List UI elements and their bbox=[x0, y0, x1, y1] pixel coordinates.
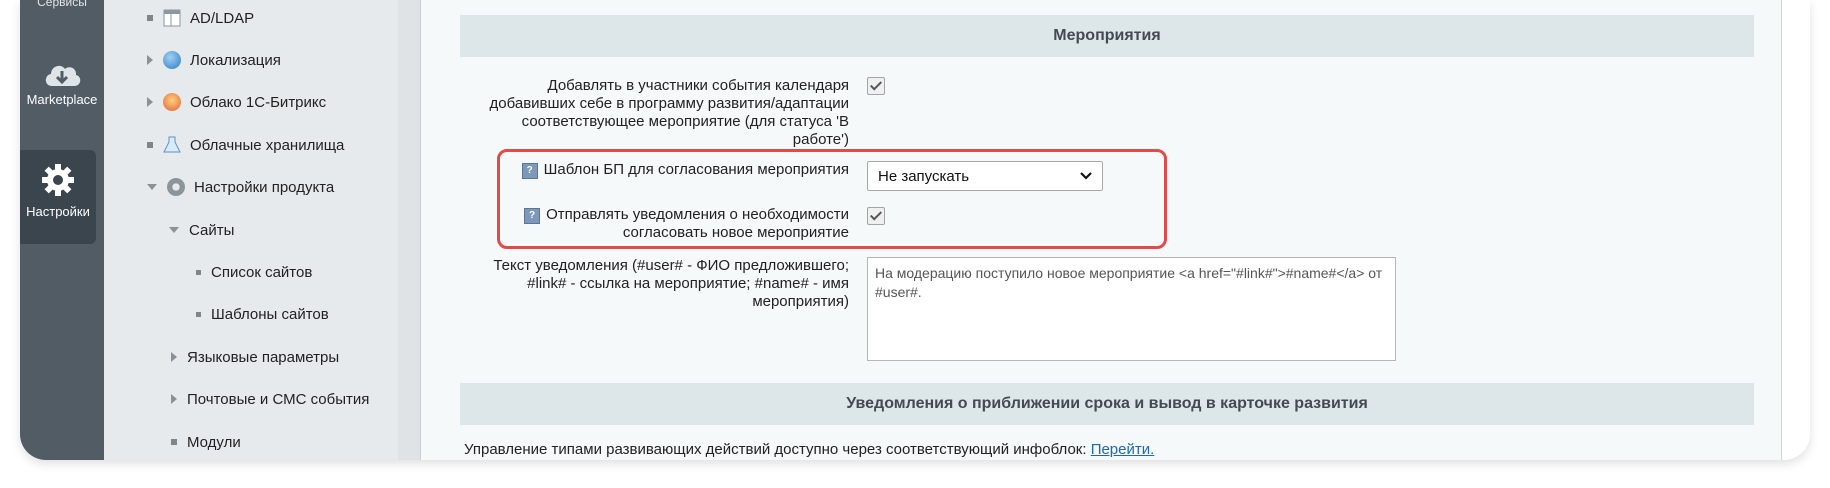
gear-icon bbox=[167, 178, 185, 196]
infoblock-note: Управление типами развивающих действий д… bbox=[464, 441, 1154, 458]
table-icon bbox=[163, 9, 181, 27]
dock-item-label: Marketplace bbox=[26, 92, 98, 107]
bullet-icon bbox=[147, 15, 153, 21]
tree-item-label: Почтовые и СМС события bbox=[187, 390, 370, 408]
note-text: Управление типами развивающих действий д… bbox=[464, 441, 1087, 458]
tree-item-label: Шаблоны сайтов bbox=[211, 305, 329, 323]
dock-item-settings[interactable]: Настройки bbox=[20, 150, 96, 244]
go-link[interactable]: Перейти. bbox=[1091, 441, 1155, 458]
tree-item-label: AD/LDAP bbox=[190, 9, 255, 27]
tree-item-label: Настройки продукта bbox=[194, 178, 335, 196]
dock-item-label: Настройки bbox=[26, 204, 90, 219]
tree-item-modules[interactable]: Модули bbox=[171, 430, 241, 454]
highlight-frame bbox=[497, 149, 1167, 249]
cloud-icon bbox=[163, 93, 181, 111]
globe-icon bbox=[163, 51, 181, 69]
cloud-download-icon bbox=[45, 65, 81, 86]
tree-item-label: Список сайтов bbox=[211, 263, 313, 281]
dock-item-marketplace[interactable]: Marketplace bbox=[20, 58, 104, 152]
tree-item-bitrix-cloud[interactable]: Облако 1С-Битрикс bbox=[147, 90, 326, 114]
expand-arrow-icon[interactable] bbox=[147, 97, 153, 107]
left-dock: Сервисы Marketplace Настройки bbox=[20, 0, 104, 460]
notification-text-area[interactable]: На модерацию поступило новое мероприятие… bbox=[867, 257, 1396, 361]
panel-separator[interactable] bbox=[398, 0, 421, 460]
checkbox-add-participants[interactable] bbox=[867, 77, 885, 95]
tree-item-label: Облако 1С-Битрикс bbox=[190, 93, 327, 111]
expand-arrow-icon[interactable] bbox=[171, 352, 177, 362]
dock-item-services-label[interactable]: Сервисы bbox=[20, 0, 104, 16]
admin-window: Сервисы Marketplace Настройки AD/LDAP Ло… bbox=[20, 0, 1810, 460]
tree-item-label: Модули bbox=[187, 433, 241, 451]
bullet-icon bbox=[171, 439, 177, 445]
section-header-events: Мероприятия bbox=[460, 15, 1754, 57]
collapse-arrow-icon[interactable] bbox=[169, 227, 179, 233]
expand-arrow-icon[interactable] bbox=[171, 394, 177, 404]
tree-item-product-settings[interactable]: Настройки продукта bbox=[147, 175, 334, 199]
tree-item-label: Языковые параметры bbox=[187, 348, 340, 366]
expand-arrow-icon[interactable] bbox=[147, 55, 153, 65]
bullet-icon bbox=[147, 142, 153, 148]
tree-item-cloud-storage[interactable]: Облачные хранилища bbox=[147, 133, 344, 157]
bullet-icon bbox=[196, 269, 201, 275]
gear-icon bbox=[42, 164, 74, 196]
tree-item-language-params[interactable]: Языковые параметры bbox=[171, 345, 339, 369]
tree-item-label: Облачные хранилища bbox=[190, 136, 345, 154]
tree-item-label: Локализация bbox=[190, 51, 281, 69]
tree-item-site-list[interactable]: Список сайтов bbox=[196, 260, 312, 284]
bullet-icon bbox=[196, 311, 201, 317]
tree-item-sites[interactable]: Сайты bbox=[169, 218, 234, 242]
tree-item-ad-ldap[interactable]: AD/LDAP bbox=[147, 6, 254, 30]
scrollbar-track[interactable] bbox=[1782, 0, 1810, 460]
option-label-add-participants: Добавлять в участники события календаря … bbox=[489, 77, 849, 148]
tree-item-site-templates[interactable]: Шаблоны сайтов bbox=[196, 302, 329, 326]
flask-icon bbox=[163, 136, 181, 153]
tree-item-label: Сайты bbox=[189, 221, 235, 239]
tree-item-localization[interactable]: Локализация bbox=[147, 48, 281, 72]
tree-item-mail-sms-events[interactable]: Почтовые и СМС события bbox=[171, 387, 369, 411]
option-label-notification-text: Текст уведомления (#user# - ФИО предложи… bbox=[493, 257, 849, 310]
section-header-deadline-notifications: Уведомления о приближении срока и вывод … bbox=[460, 383, 1754, 425]
settings-tree-menu: AD/LDAP Локализация Облако 1С-Битрикс Об… bbox=[104, 0, 399, 460]
collapse-arrow-icon[interactable] bbox=[147, 184, 157, 190]
